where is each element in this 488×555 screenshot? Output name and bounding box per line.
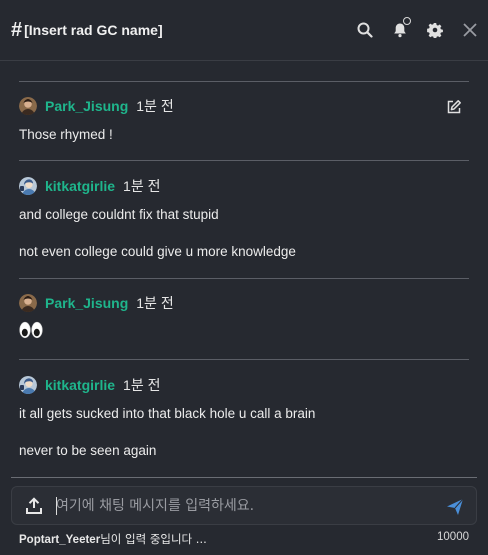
typing-indicator: Poptart_Yeeter님이 입력 중입니다 ... xyxy=(19,531,207,547)
message-divider xyxy=(19,278,469,279)
char-counter: 10000 xyxy=(437,531,469,543)
close-icon[interactable] xyxy=(460,20,480,40)
eyes-icon xyxy=(19,321,43,339)
message-divider xyxy=(19,81,469,82)
message-composer xyxy=(11,486,477,525)
message-feed[interactable]: Park_Jisung 1분 전 Those rhymed ! kitkatgi… xyxy=(0,61,488,477)
message-header: Park_Jisung 1분 전 xyxy=(19,293,174,313)
message-time: 1분 전 xyxy=(123,178,161,194)
bell-icon[interactable] xyxy=(390,17,411,40)
hash-icon: # xyxy=(11,19,23,41)
message-header: kitkatgirlie 1분 전 xyxy=(19,375,160,395)
search-icon[interactable] xyxy=(355,20,375,40)
message-text: and college couldnt fix that stupid xyxy=(19,207,219,222)
message-author[interactable]: Park_Jisung xyxy=(45,295,128,311)
message-author[interactable]: Park_Jisung xyxy=(45,98,128,114)
send-icon[interactable] xyxy=(446,498,464,516)
message-text: it all gets sucked into that black hole … xyxy=(19,406,316,421)
composer-divider xyxy=(11,477,477,478)
typing-user: Poptart_Yeeter xyxy=(19,534,101,546)
edit-icon[interactable] xyxy=(446,99,462,115)
avatar[interactable] xyxy=(19,376,37,394)
message-text: not even college could give u more knowl… xyxy=(19,244,296,259)
message-author[interactable]: kitkatgirlie xyxy=(45,377,115,393)
message-divider xyxy=(19,160,469,161)
typing-suffix: 님이 입력 중입니다 ... xyxy=(100,532,207,546)
message-time: 1분 전 xyxy=(123,377,161,393)
avatar[interactable] xyxy=(19,294,37,312)
channel-name: [Insert rad GC name] xyxy=(24,22,163,38)
message-time: 1분 전 xyxy=(136,98,174,114)
gear-icon[interactable] xyxy=(425,20,445,40)
eyes-emoji: 👀 xyxy=(19,321,43,344)
channel-title: # [Insert rad GC name] xyxy=(11,19,163,41)
message-text: never to be seen again xyxy=(19,443,157,458)
message-text: Those rhymed ! xyxy=(19,127,113,142)
message-header: Park_Jisung 1분 전 xyxy=(19,96,174,116)
avatar[interactable] xyxy=(19,97,37,115)
chat-header: # [Insert rad GC name] xyxy=(0,0,488,61)
chat-message-input[interactable] xyxy=(56,493,426,519)
notification-dot xyxy=(403,17,411,25)
avatar[interactable] xyxy=(19,177,37,195)
message-time: 1분 전 xyxy=(136,295,174,311)
message-divider xyxy=(19,359,469,360)
message-author[interactable]: kitkatgirlie xyxy=(45,178,115,194)
upload-icon[interactable] xyxy=(25,497,43,515)
message-header: kitkatgirlie 1분 전 xyxy=(19,176,160,196)
